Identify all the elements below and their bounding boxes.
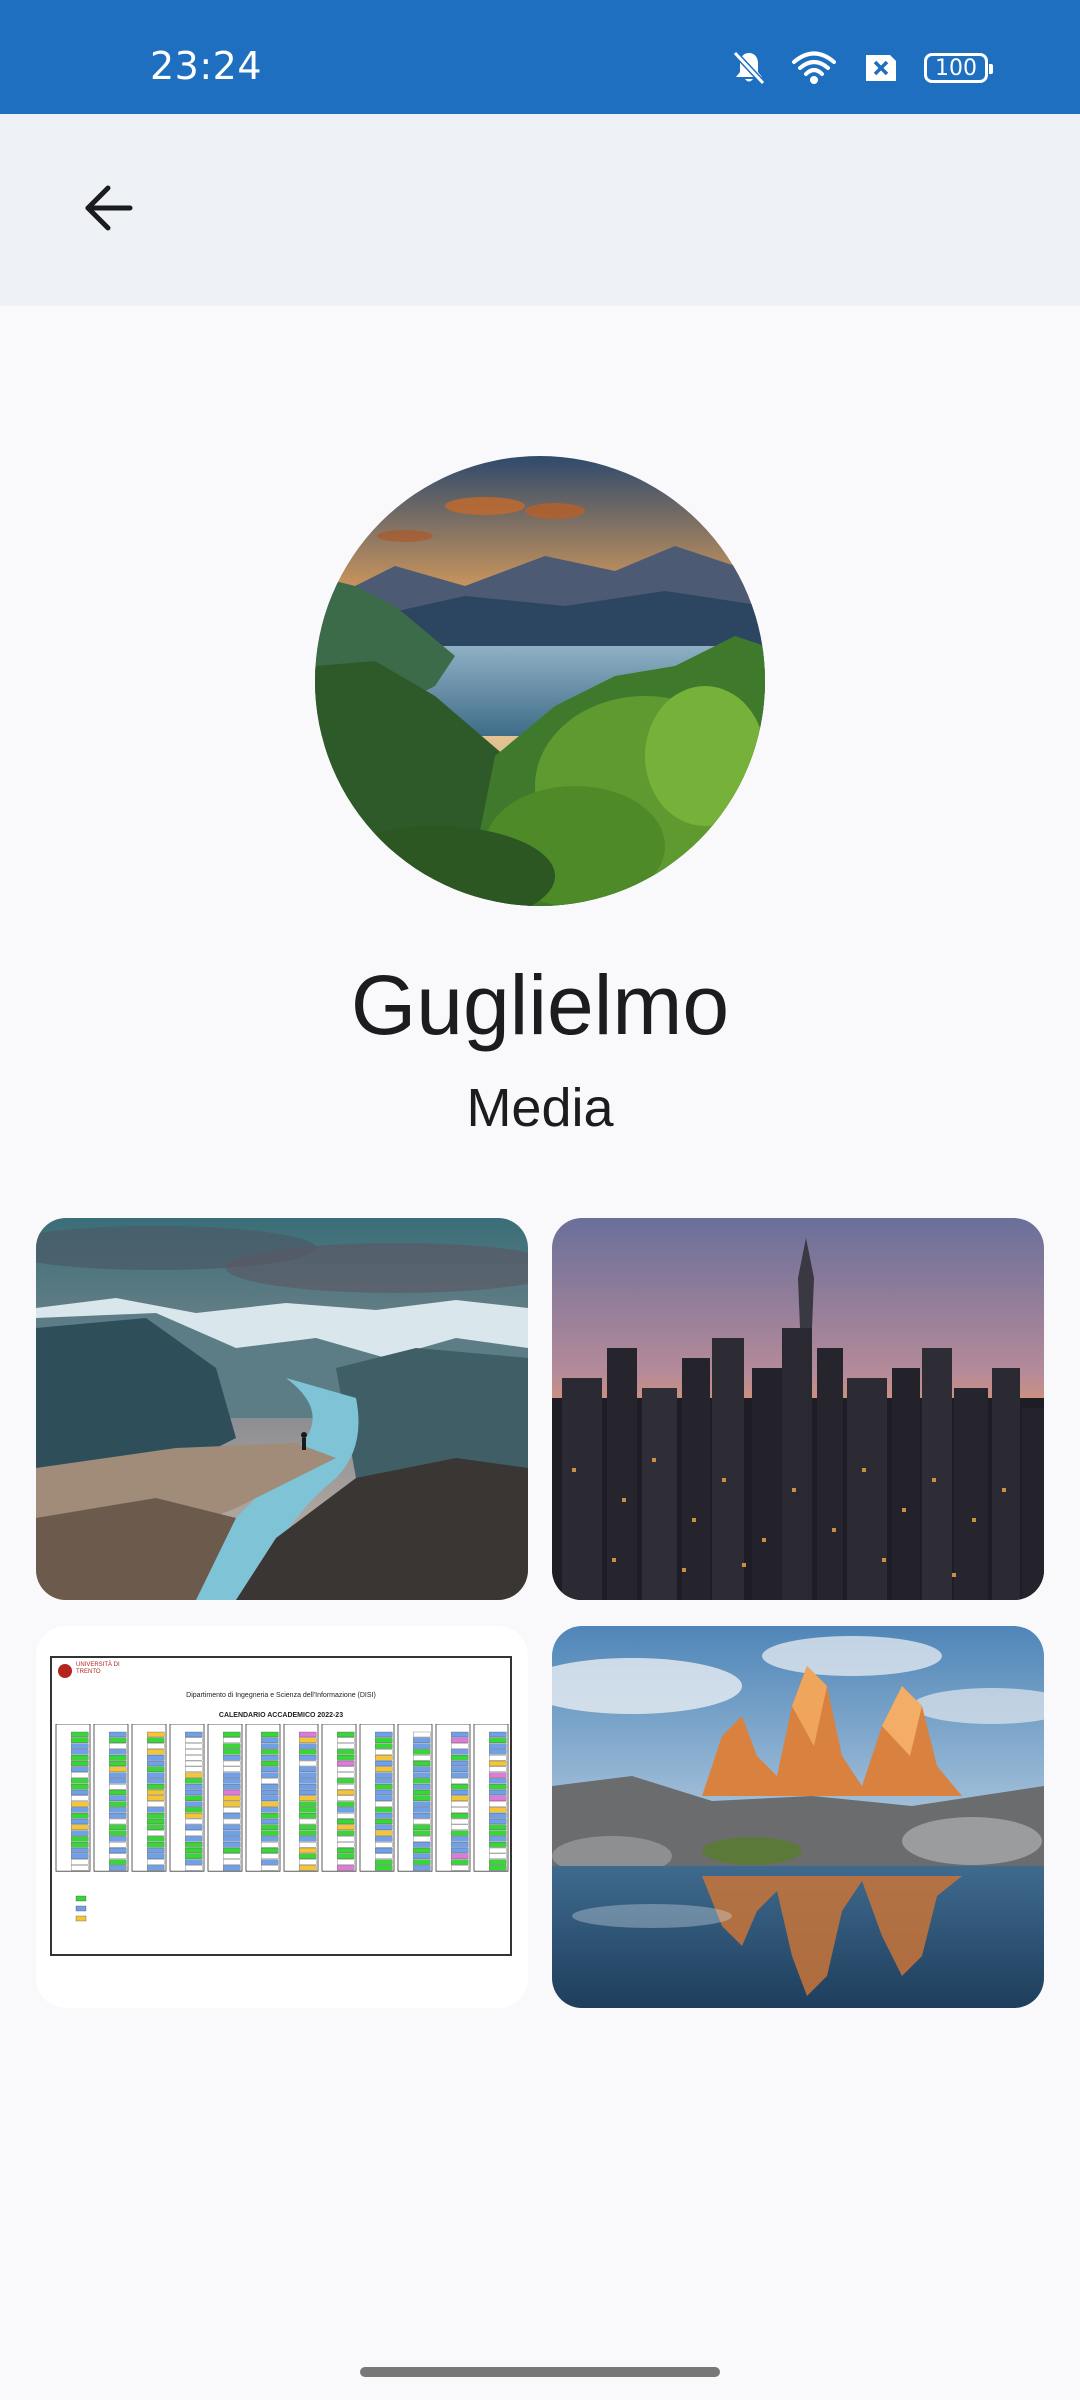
battery-icon: 100 bbox=[924, 53, 993, 83]
document-department: Dipartimento di Ingegneria e Scienza del… bbox=[186, 1692, 376, 1699]
media-item[interactable] bbox=[36, 1218, 528, 1600]
media-section-title: Media bbox=[466, 1078, 614, 1138]
notifications-off-icon bbox=[732, 50, 766, 86]
media-item[interactable] bbox=[552, 1218, 1044, 1600]
calendar-document: UNIVERSITÀ DI TRENTO Dipartimento di Ing… bbox=[50, 1656, 512, 1956]
calendar-grid bbox=[55, 1724, 509, 1922]
document-heading: CALENDARIO ACCADEMICO 2022-23 bbox=[218, 1712, 344, 1719]
university-logo-icon bbox=[58, 1664, 72, 1678]
back-button[interactable] bbox=[64, 166, 152, 254]
wifi-icon bbox=[792, 51, 836, 85]
profile-name: Guglielmo bbox=[350, 958, 730, 1052]
arrow-back-icon bbox=[82, 184, 134, 237]
status-time: 23:24 bbox=[150, 44, 263, 88]
no-sim-icon bbox=[862, 53, 898, 83]
media-item-document[interactable]: UNIVERSITÀ DI TRENTO Dipartimento di Ing… bbox=[36, 1626, 528, 2008]
media-item[interactable] bbox=[552, 1626, 1044, 2008]
app-bar bbox=[0, 114, 1080, 306]
status-bar: 23:24 100 bbox=[0, 0, 1080, 114]
profile-avatar[interactable] bbox=[315, 456, 765, 906]
document-university: UNIVERSITÀ DI TRENTO bbox=[76, 1662, 120, 1675]
status-icons: 100 bbox=[732, 48, 993, 88]
gesture-navigation-handle[interactable] bbox=[360, 2367, 720, 2377]
